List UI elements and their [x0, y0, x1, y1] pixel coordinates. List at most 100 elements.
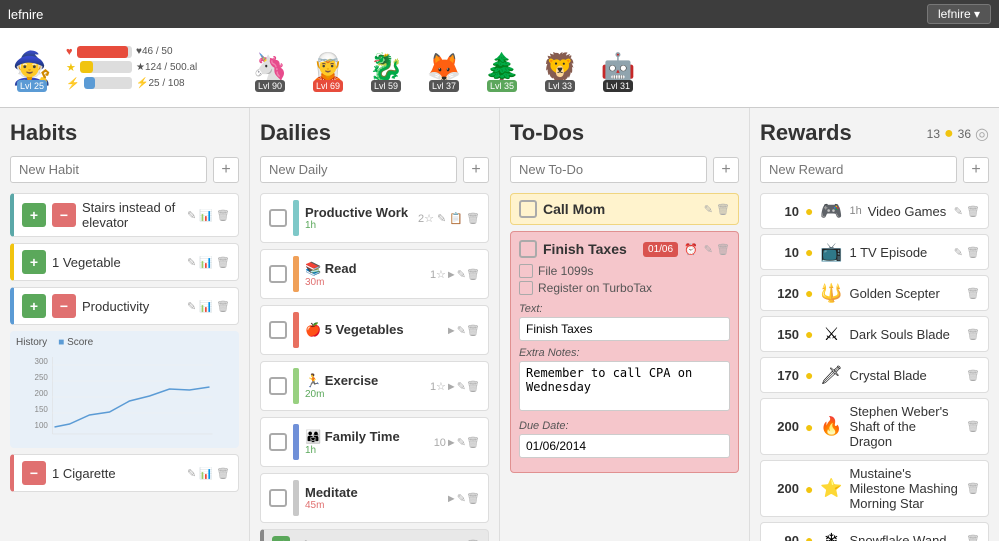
todo-due-date-input[interactable]	[519, 434, 730, 458]
party-member-7-level: Lvl 31	[603, 80, 633, 92]
todos-title: To-Dos	[510, 120, 739, 146]
reward-coin-icon: ●	[805, 326, 813, 342]
reward-name: Golden Scepter	[849, 286, 960, 301]
daily-color-bar	[293, 424, 299, 460]
party-member-3-level: Lvl 59	[371, 80, 401, 92]
new-todo-input[interactable]	[510, 156, 707, 183]
add-reward-button[interactable]: +	[963, 157, 989, 183]
habit-plus-button[interactable]: +	[22, 294, 46, 318]
daily-checkbox[interactable]	[269, 265, 287, 283]
party-member-1: 🦄 Lvl 90	[246, 44, 294, 92]
party-bar: 🧙 Lvl 25 ♥ ♥46 / 50 ★ ★124 / 500.al ⚡ ⚡2…	[0, 28, 999, 108]
habit-history-chart: History ■ Score 300 250 200 150 100	[10, 331, 239, 448]
daily-info: Productive Work 1h	[305, 205, 412, 231]
rewards-add-row: +	[760, 156, 989, 183]
daily-item: Productive Work 1h 2☆ ✎ 📋 🗑	[260, 193, 489, 243]
topbar-right: lefnire ▾	[927, 4, 991, 24]
main-content: Habits + + − Stairs instead of elevator …	[0, 108, 999, 541]
add-habit-button[interactable]: +	[213, 157, 239, 183]
daily-checkbox[interactable]: ✓	[272, 536, 290, 541]
reward-name: Dark Souls Blade	[849, 327, 960, 342]
daily-color-bar	[293, 256, 299, 292]
svg-text:300: 300	[35, 357, 49, 366]
topbar: lefnire lefnire ▾	[0, 0, 999, 28]
daily-item: ✓ Floss ►✎🗑	[260, 529, 489, 541]
mp-bar-fill	[84, 77, 95, 89]
todo-text-input[interactable]	[519, 317, 730, 341]
reward-item: 120 ● 🔱 Golden Scepter 🗑	[760, 275, 989, 311]
todo-due-icon: ⏰	[684, 243, 698, 256]
daily-actions: 10►✎🗑	[434, 436, 480, 449]
todo-expanded-item: Finish Taxes 01/06 ⏰ ✎ 🗑 File 1099s Regi…	[510, 231, 739, 473]
reward-icon: ❄	[819, 528, 843, 541]
reward-icon: 🔱	[819, 281, 843, 305]
reward-cost: 90	[769, 533, 799, 541]
history-title: History ■ Score	[16, 337, 233, 348]
reward-actions: 🗑	[966, 534, 980, 541]
daily-actions: ►✎🗑	[446, 324, 480, 337]
daily-info: Floss	[296, 538, 440, 541]
todos-add-row: +	[510, 156, 739, 183]
reward-coin-icon: ●	[805, 244, 813, 260]
reward-time: 1h	[849, 205, 861, 217]
add-todo-button[interactable]: +	[713, 157, 739, 183]
daily-checkbox[interactable]	[269, 321, 287, 339]
coin-count: 13	[927, 127, 940, 141]
subtask-checkbox[interactable]	[519, 264, 533, 278]
user-menu-button[interactable]: lefnire ▾	[927, 4, 991, 24]
todo-label: Call Mom	[543, 201, 698, 217]
todo-form: Text: Extra Notes: Remember to call CPA …	[519, 303, 730, 464]
party-member-7: 🤖 Lvl 31	[594, 44, 642, 92]
reward-item: 90 ● ❄ Snowflake Wand 🗑	[760, 522, 989, 541]
todo-checkbox[interactable]	[519, 200, 537, 218]
daily-name: Floss	[296, 538, 440, 541]
reward-name: Video Games	[868, 204, 948, 219]
hp-heart-icon: ♥	[66, 46, 73, 58]
subtask-row: File 1099s	[519, 264, 730, 278]
subtask-checkbox[interactable]	[519, 281, 533, 295]
habit-plus-button[interactable]: +	[22, 203, 46, 227]
daily-checkbox[interactable]	[269, 377, 287, 395]
daily-checkbox[interactable]	[269, 209, 287, 227]
daily-sub: 20m	[305, 389, 424, 400]
todo-checkbox[interactable]	[519, 240, 537, 258]
party-member-4-level: Lvl 37	[429, 80, 459, 92]
reward-actions: ✎ 🗑	[954, 246, 980, 259]
todo-action-icons: ✎ 🗑	[704, 243, 730, 256]
daily-checkbox[interactable]	[269, 433, 287, 451]
player-avatar: 🧙 Lvl 25	[8, 44, 56, 92]
todos-column: To-Dos + Call Mom ✎ 🗑 Finish Taxes 01/06…	[500, 108, 750, 541]
todo-notes-input[interactable]: Remember to call CPA on Wednesday	[519, 361, 730, 411]
new-daily-input[interactable]	[260, 156, 457, 183]
hp-label: ♥46 / 50	[136, 46, 226, 57]
reward-item: 10 ● 🎮 1h Video Games ✎ 🗑	[760, 193, 989, 229]
rewards-title: Rewards	[760, 120, 852, 146]
habit-minus-button[interactable]: −	[22, 461, 46, 485]
subtask-label: File 1099s	[538, 264, 593, 278]
dailies-add-row: +	[260, 156, 489, 183]
party-member-2-level: Lvl 69	[313, 80, 343, 92]
reward-icon: 🗡	[819, 363, 843, 387]
add-daily-button[interactable]: +	[463, 157, 489, 183]
party-member-5: 🌲 Lvl 35	[478, 44, 526, 92]
svg-text:150: 150	[35, 405, 49, 414]
habit-minus-button[interactable]: −	[52, 203, 76, 227]
habit-plus-button[interactable]: +	[22, 250, 46, 274]
daily-sub: 45m	[305, 500, 440, 511]
habit-minus-button[interactable]: −	[52, 294, 76, 318]
new-habit-input[interactable]	[10, 156, 207, 183]
party-member-4: 🦊 Lvl 37	[420, 44, 468, 92]
daily-item: 🏃 Exercise 20m 1☆►✎🗑	[260, 361, 489, 411]
rewards-header-row: Rewards 13 ● 36 ◎	[760, 120, 989, 156]
daily-checkbox[interactable]	[269, 489, 287, 507]
daily-color-bar	[293, 480, 299, 516]
stats-bars: ♥ ♥46 / 50 ★ ★124 / 500.al ⚡ ⚡25 / 108	[66, 46, 226, 90]
party-member-1-level: Lvl 90	[255, 80, 285, 92]
new-reward-input[interactable]	[760, 156, 957, 183]
reward-item: 150 ● ⚔ Dark Souls Blade 🗑	[760, 316, 989, 352]
dailies-column: Dailies + Productive Work 1h 2☆ ✎ 📋 🗑 📚 …	[250, 108, 500, 541]
due-date-label: Due Date:	[519, 420, 730, 432]
daily-name: 📚 Read	[305, 261, 424, 277]
reward-cost: 120	[769, 286, 799, 301]
reward-cost: 10	[769, 204, 799, 219]
